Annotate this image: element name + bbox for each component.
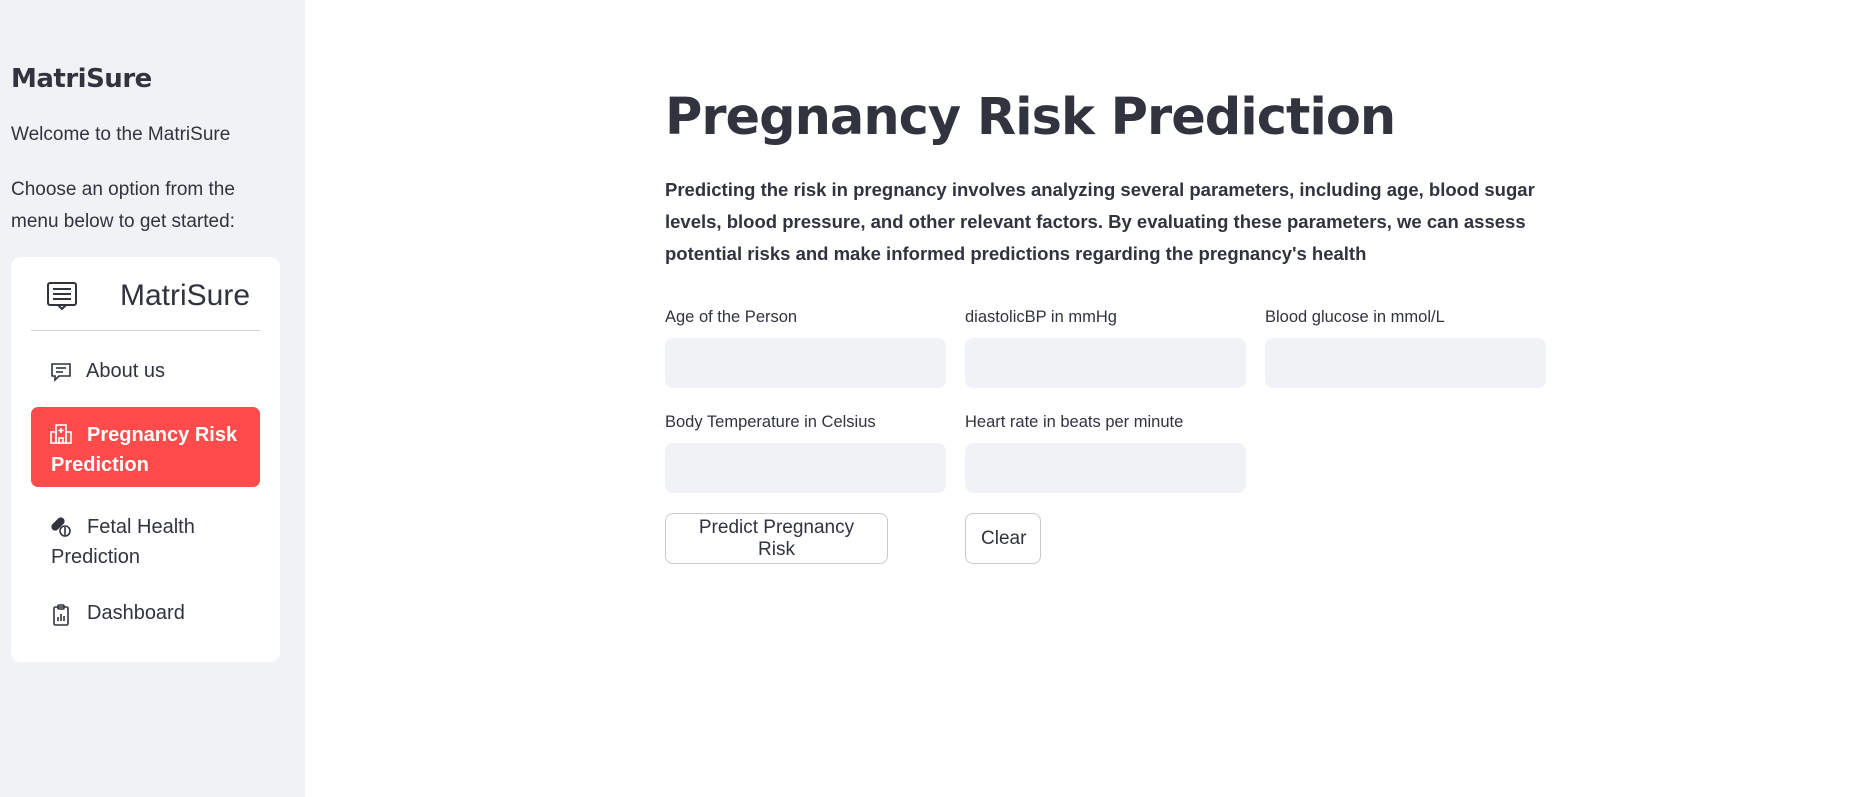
menu-item-pregnancy-risk-prediction[interactable]: Pregnancy Risk Prediction — [31, 407, 260, 487]
age-field: Age of the Person — [665, 308, 946, 388]
body-temperature-input[interactable] — [665, 443, 946, 493]
page-title: Pregnancy Risk Prediction — [665, 88, 1396, 147]
clear-button[interactable]: Clear — [965, 513, 1041, 564]
heart-rate-label: Heart rate in beats per minute — [965, 413, 1184, 431]
menu-item-label: About us — [86, 360, 165, 382]
blood-glucose-input[interactable] — [1265, 338, 1546, 388]
page-description: Predicting the risk in pregnancy involve… — [665, 179, 1535, 264]
body-temperature-field: Body Temperature in Celsius — [665, 413, 946, 493]
blood-glucose-field: Blood glucose in mmol/L — [1265, 308, 1546, 388]
age-input[interactable] — [665, 338, 946, 388]
diastolic-bp-label: diastolicBP in mmHg — [965, 308, 1117, 326]
menu-item-about-us[interactable]: About us — [31, 350, 260, 394]
option-menu-title: MatriSure — [120, 279, 251, 312]
sidebar-title: MatriSure — [11, 64, 152, 94]
sidebar-instructions-text: Choose an option from the menu below to … — [11, 179, 235, 232]
predict-pregnancy-risk-button[interactable]: Predict Pregnancy Risk — [665, 513, 888, 564]
menu-item-label: Pregnancy Risk Prediction — [51, 424, 238, 476]
option-menu: MatriSure About us Pregnancy Risk Predic… — [11, 257, 280, 662]
list-alt-icon — [46, 281, 78, 316]
blood-glucose-label: Blood glucose in mmol/L — [1265, 308, 1445, 326]
body-temperature-label: Body Temperature in Celsius — [665, 413, 876, 431]
menu-item-dashboard[interactable]: Dashboard — [31, 592, 260, 636]
menu-item-label: Fetal Health Prediction — [51, 516, 195, 568]
menu-item-fetal-health-prediction[interactable]: Fetal Health Prediction — [31, 502, 260, 572]
clipboard-data-icon — [50, 604, 72, 632]
diastolic-bp-field: diastolicBP in mmHg — [965, 308, 1246, 388]
heart-rate-input[interactable] — [965, 443, 1246, 493]
option-menu-header: MatriSure — [31, 257, 260, 331]
age-label: Age of the Person — [665, 308, 798, 326]
chat-text-icon — [50, 361, 72, 389]
sidebar-welcome-text: Welcome to the MatriSure — [11, 124, 231, 145]
sidebar: MatriSure Welcome to the MatriSure Choos… — [0, 0, 305, 797]
menu-item-label: Dashboard — [87, 602, 185, 624]
heart-rate-field: Heart rate in beats per minute — [965, 413, 1246, 493]
diastolic-bp-input[interactable] — [965, 338, 1246, 388]
